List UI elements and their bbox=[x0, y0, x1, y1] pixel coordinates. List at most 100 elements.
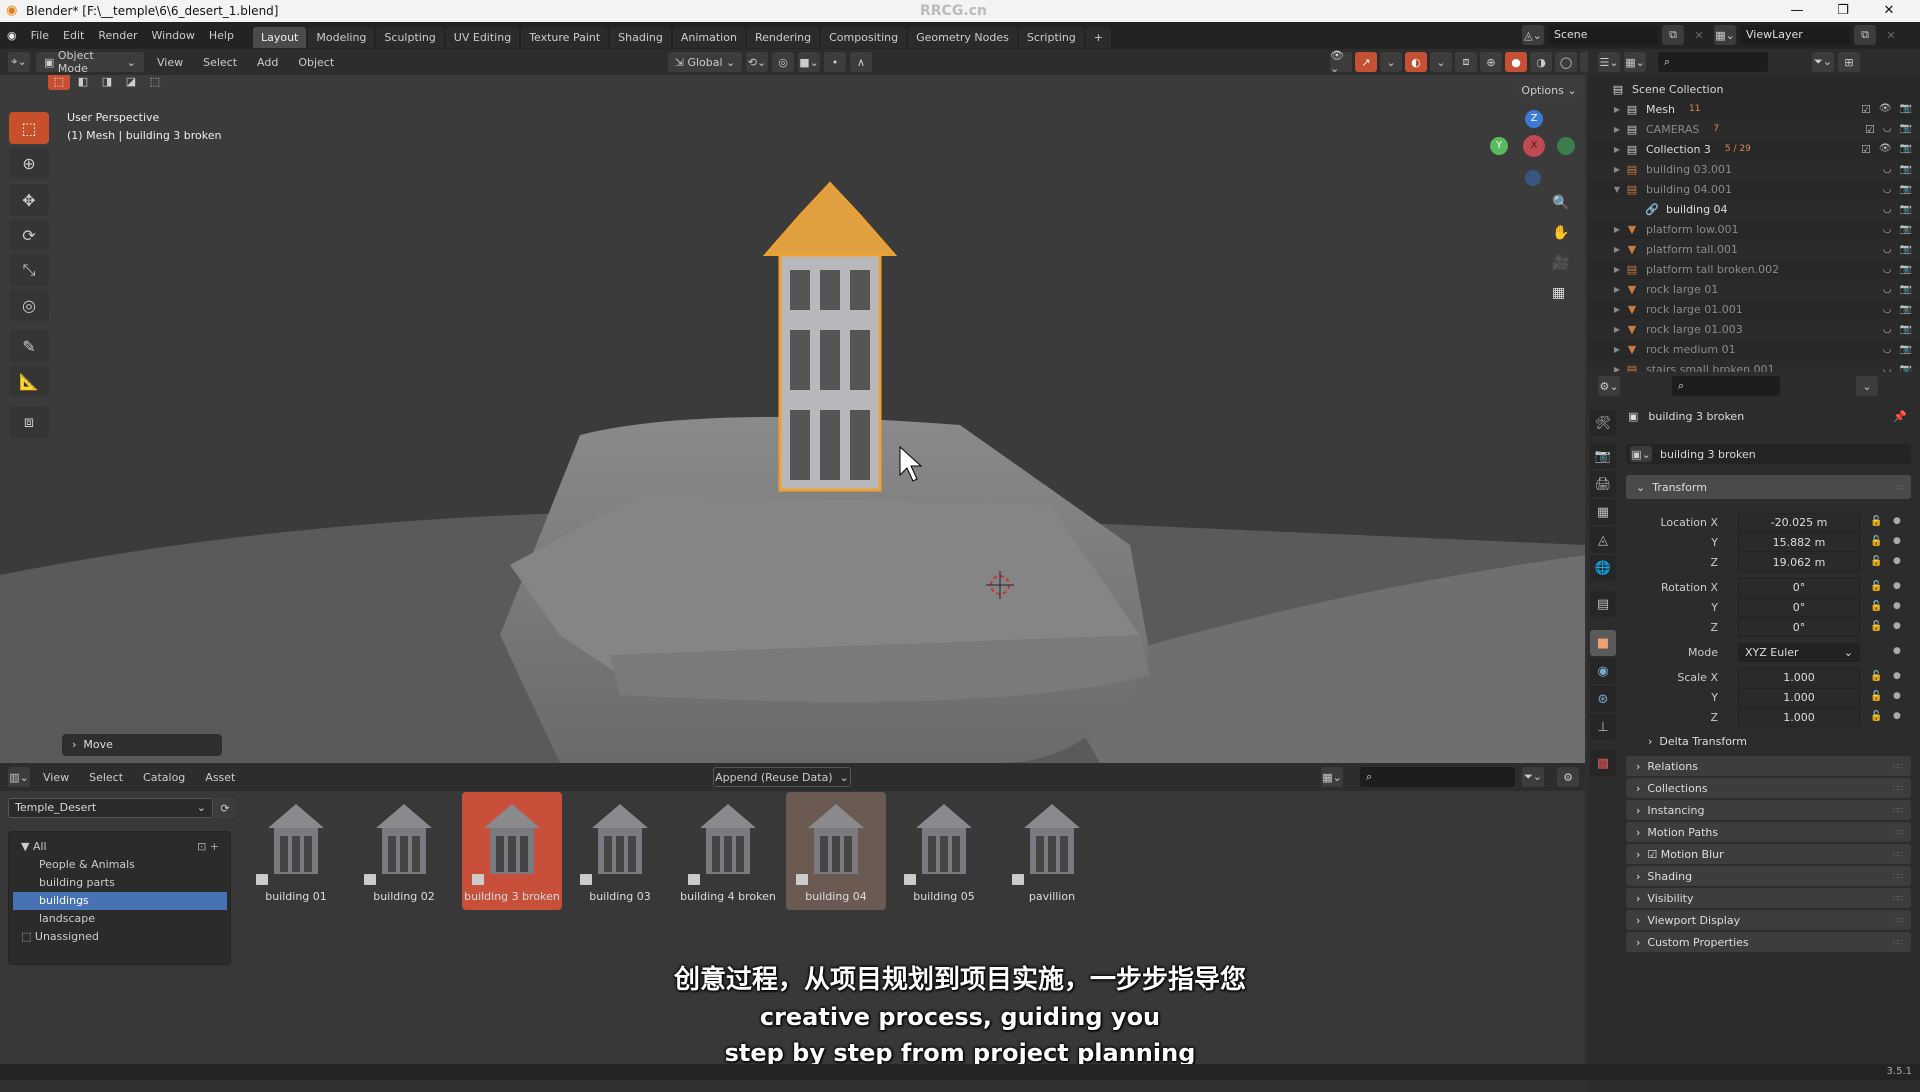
tool-cursor[interactable]: ⊕ bbox=[9, 147, 49, 179]
tab-uv-editing[interactable]: UV Editing bbox=[445, 27, 520, 48]
scale-y-field[interactable]: 1.000 bbox=[1738, 688, 1860, 707]
eye-closed-icon[interactable]: ◡ bbox=[1883, 304, 1892, 315]
properties-search[interactable]: ⌕ bbox=[1672, 376, 1780, 396]
output-tab[interactable]: 🖨 bbox=[1590, 471, 1616, 497]
pin-icon[interactable]: 📌 bbox=[1893, 410, 1907, 423]
orientation-dropdown[interactable]: ⇲ Global ⌄ bbox=[668, 52, 742, 72]
rotation-x-field[interactable]: 0° bbox=[1738, 578, 1860, 597]
tool-settings-tab[interactable]: 🛠 bbox=[1590, 410, 1616, 436]
exclude-checkbox[interactable]: ☑ bbox=[1861, 143, 1871, 156]
eye-closed-icon[interactable]: ◡ bbox=[1883, 264, 1892, 275]
solid-shading-icon[interactable]: ● bbox=[1505, 52, 1527, 72]
expand-down-icon[interactable]: ▼ bbox=[1610, 185, 1624, 194]
expand-right-icon[interactable]: ▶ bbox=[1610, 145, 1624, 154]
tab-scripting[interactable]: Scripting bbox=[1018, 27, 1084, 48]
render-camera-icon[interactable]: 📷 bbox=[1900, 103, 1912, 116]
expand-right-icon[interactable]: ▶ bbox=[1610, 165, 1624, 174]
tab-animation[interactable]: Animation bbox=[672, 27, 745, 48]
properties-options-icon[interactable]: ⌄ bbox=[1856, 376, 1878, 396]
keyframe-dot-icon[interactable]: ● bbox=[1893, 516, 1901, 526]
scene-icon[interactable]: ◬⌄ bbox=[1522, 25, 1544, 45]
eye-closed-icon[interactable]: ◡ bbox=[1883, 284, 1892, 295]
render-camera-icon[interactable]: 📷 bbox=[1900, 204, 1912, 215]
catalog-item[interactable]: ▼ All ⊡ + bbox=[13, 838, 227, 856]
rotation-z-field[interactable]: 0° bbox=[1738, 618, 1860, 637]
scene-tab[interactable]: ◬ bbox=[1590, 527, 1616, 553]
ortho-grid-icon[interactable]: ▦ bbox=[1552, 285, 1565, 301]
drag-grip-icon[interactable]: ∷∷ bbox=[1893, 916, 1903, 925]
keyframe-dot-icon[interactable]: ● bbox=[1893, 536, 1901, 546]
expand-right-icon[interactable]: ▶ bbox=[1610, 265, 1624, 274]
tool-rotate[interactable]: ⟳ bbox=[9, 219, 49, 251]
tool-move[interactable]: ✥ bbox=[9, 184, 49, 216]
outliner-item[interactable]: ▶ ▤ CAMERAS 7 ☑ ◡ 📷 bbox=[1588, 119, 1920, 139]
drag-grip-icon[interactable]: ∷∷ bbox=[1893, 806, 1903, 815]
asset-tile[interactable]: pavillion bbox=[1002, 792, 1102, 910]
asset-tile[interactable]: building 05 bbox=[894, 792, 994, 910]
asset-search[interactable]: ⌕ bbox=[1360, 767, 1515, 787]
location-z-field[interactable]: 19.062 m bbox=[1738, 553, 1860, 572]
catalog-item[interactable]: building parts bbox=[13, 874, 227, 892]
select-subtract-icon[interactable]: ◨ bbox=[96, 75, 118, 90]
pivot-icon[interactable]: ⟲⌄ bbox=[746, 52, 768, 72]
drag-grip-icon[interactable]: ∷∷ bbox=[1893, 894, 1903, 903]
eye-closed-icon[interactable]: ◡ bbox=[1883, 123, 1892, 136]
catalog-item[interactable]: landscape bbox=[13, 910, 227, 928]
lock-icon[interactable]: 🔓 bbox=[1870, 581, 1882, 592]
snap-target-icon[interactable]: ■⌄ bbox=[798, 52, 820, 72]
new-scene-icon[interactable]: ⧉ bbox=[1662, 25, 1684, 45]
object-name-field[interactable]: ▣⌄ building 3 broken bbox=[1626, 444, 1911, 464]
properties-editor-icon[interactable]: ⚙⌄ bbox=[1598, 376, 1620, 396]
delete-view-layer-icon[interactable]: ✕ bbox=[1880, 25, 1902, 45]
ab-menu-view[interactable]: View bbox=[36, 764, 76, 791]
keyframe-dot-icon[interactable]: ● bbox=[1893, 581, 1901, 591]
catalog-item[interactable]: People & Animals bbox=[13, 856, 227, 874]
minimize-button[interactable]: — bbox=[1774, 0, 1820, 22]
eye-closed-icon[interactable]: ◡ bbox=[1883, 324, 1892, 335]
outliner-item[interactable]: ▶ ▼ rock medium 01 ◡ 📷 bbox=[1588, 339, 1920, 359]
ab-menu-select[interactable]: Select bbox=[82, 764, 130, 791]
drag-grip-icon[interactable]: ∷∷ bbox=[1893, 938, 1903, 947]
lock-icon[interactable]: 🔓 bbox=[1870, 671, 1882, 682]
rotation-mode-dropdown[interactable]: XYZ Euler ⌄ bbox=[1738, 643, 1860, 662]
drag-grip-icon[interactable]: ∷∷ bbox=[1893, 828, 1903, 837]
constraints-tab[interactable]: ⊛ bbox=[1590, 686, 1616, 712]
tool-add-cube[interactable]: ⧈ bbox=[9, 406, 49, 438]
outliner-editor-icon[interactable]: ☰⌄ bbox=[1598, 52, 1620, 72]
render-camera-icon[interactable]: 📷 bbox=[1900, 184, 1912, 195]
display-size-icon[interactable]: ▦⌄ bbox=[1321, 767, 1343, 787]
tool-transform[interactable]: ◎ bbox=[9, 289, 49, 321]
outliner-item[interactable]: ▶ ▼ rock large 01.003 ◡ 📷 bbox=[1588, 319, 1920, 339]
object-data-tab[interactable]: ⊥ bbox=[1590, 714, 1616, 740]
exclude-checkbox[interactable]: ☑ bbox=[1861, 103, 1871, 116]
eye-closed-icon[interactable]: ◡ bbox=[1883, 184, 1892, 195]
outliner-item[interactable]: ▶ ▼ platform tall.001 ◡ 📷 bbox=[1588, 239, 1920, 259]
lock-icon[interactable]: 🔓 bbox=[1870, 556, 1882, 567]
world-tab[interactable]: 🌐 bbox=[1590, 555, 1616, 581]
outliner-search[interactable]: ⌕ bbox=[1658, 52, 1768, 72]
render-camera-icon[interactable]: 📷 bbox=[1900, 123, 1912, 136]
scene-name-field[interactable]: Scene bbox=[1548, 25, 1658, 45]
drag-grip-icon[interactable]: ∷∷ bbox=[1893, 762, 1903, 771]
proportional-edit-icon[interactable]: • bbox=[824, 52, 846, 72]
tab-rendering[interactable]: Rendering bbox=[746, 27, 820, 48]
expand-down-icon[interactable]: ▼ bbox=[21, 840, 33, 853]
filter-icon[interactable]: ⏷⌄ bbox=[1812, 52, 1834, 72]
keyframe-dot-icon[interactable]: ● bbox=[1893, 556, 1901, 566]
panel-relations[interactable]: › Relations ∷∷ bbox=[1626, 756, 1911, 776]
delete-scene-icon[interactable]: ✕ bbox=[1688, 25, 1710, 45]
render-camera-icon[interactable]: 📷 bbox=[1900, 304, 1912, 315]
tab-modeling[interactable]: Modeling bbox=[308, 27, 375, 48]
asset-tile[interactable]: building 04 bbox=[786, 792, 886, 910]
scale-z-field[interactable]: 1.000 bbox=[1738, 708, 1860, 727]
expand-right-icon[interactable]: ▶ bbox=[1610, 285, 1624, 294]
catalog-item[interactable]: ⬚ Unassigned bbox=[13, 928, 227, 946]
lock-icon[interactable]: 🔓 bbox=[1870, 621, 1882, 632]
ab-menu-asset[interactable]: Asset bbox=[198, 764, 242, 791]
overlay-dropdown-icon[interactable]: ⌄ bbox=[1430, 52, 1452, 72]
material-shading-icon[interactable]: ◑ bbox=[1530, 52, 1552, 72]
asset-tile[interactable]: building 3 broken bbox=[462, 792, 562, 910]
panel-custom-properties[interactable]: › Custom Properties ∷∷ bbox=[1626, 932, 1911, 952]
exclude-checkbox[interactable]: ☑ bbox=[1865, 123, 1875, 136]
panel-shading[interactable]: › Shading ∷∷ bbox=[1626, 866, 1911, 886]
